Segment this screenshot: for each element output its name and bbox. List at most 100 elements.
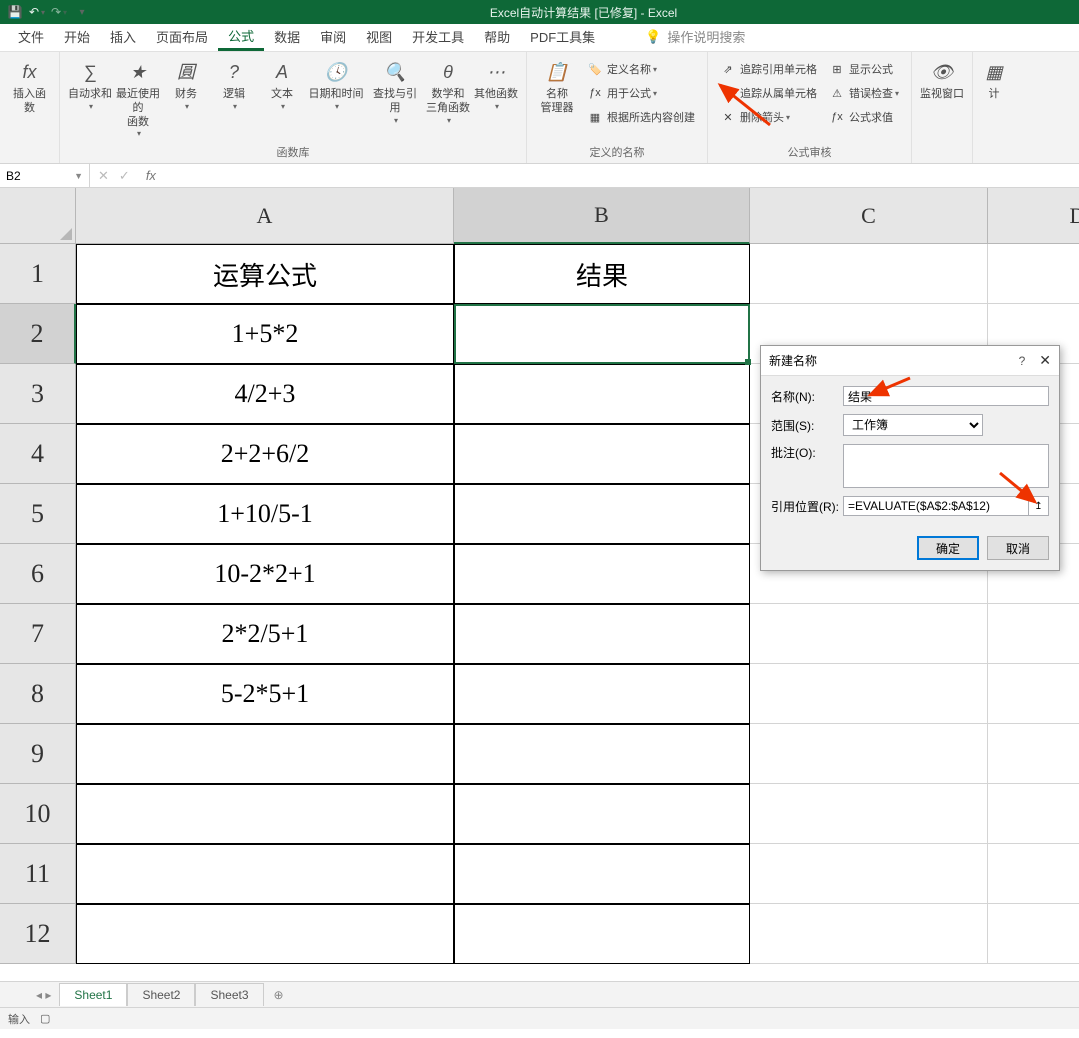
tab-view[interactable]: 视图 — [356, 21, 402, 51]
cell-A8[interactable]: 5-2*5+1 — [76, 664, 454, 724]
cell-C11[interactable] — [750, 844, 988, 904]
row-header-12[interactable]: 12 — [0, 904, 76, 964]
cell-D9[interactable] — [988, 724, 1079, 784]
cell-B10[interactable] — [454, 784, 750, 844]
cancel-button[interactable]: 取消 — [987, 536, 1049, 560]
column-header-A[interactable]: A — [76, 188, 454, 244]
watch-window-button[interactable]: 👁监视窗口 — [918, 56, 966, 102]
sheet-tab-2[interactable]: Sheet2 — [127, 983, 195, 1006]
cell-B2[interactable] — [454, 304, 750, 364]
row-header-11[interactable]: 11 — [0, 844, 76, 904]
scope-select[interactable]: 工作簿 — [843, 414, 983, 436]
row-header-4[interactable]: 4 — [0, 424, 76, 484]
tab-help[interactable]: 帮助 — [474, 21, 520, 51]
tab-pdf-tools[interactable]: PDF工具集 — [520, 21, 605, 51]
cell-C9[interactable] — [750, 724, 988, 784]
name-box[interactable]: B2 ▼ — [0, 164, 90, 187]
cell-C12[interactable] — [750, 904, 988, 964]
column-header-C[interactable]: C — [750, 188, 988, 244]
tab-developer[interactable]: 开发工具 — [402, 21, 474, 51]
cell-B7[interactable] — [454, 604, 750, 664]
row-header-6[interactable]: 6 — [0, 544, 76, 604]
worksheet-grid[interactable]: ABCD 123456789101112 运算公式结果1+5*24/2+32+2… — [0, 188, 1079, 981]
row-header-3[interactable]: 3 — [0, 364, 76, 424]
error-checking-button[interactable]: ⚠错误检查▾ — [827, 82, 901, 104]
cancel-icon[interactable]: ✕ — [98, 168, 109, 184]
evaluate-formula-button[interactable]: ƒx公式求值 — [827, 106, 901, 128]
row-header-2[interactable]: 2 — [0, 304, 76, 364]
cell-A10[interactable] — [76, 784, 454, 844]
tab-page-layout[interactable]: 页面布局 — [146, 21, 218, 51]
cell-C8[interactable] — [750, 664, 988, 724]
calc-options-button[interactable]: ▦计 — [979, 56, 1009, 102]
fx-icon[interactable]: fx — [146, 168, 156, 183]
cell-A2[interactable]: 1+5*2 — [76, 304, 454, 364]
name-input[interactable] — [843, 386, 1049, 406]
undo-button[interactable]: ↶▾ — [26, 2, 48, 22]
trace-dependents-button[interactable]: ⇘追踪从属单元格 — [718, 82, 819, 104]
sheet-tab-3[interactable]: Sheet3 — [195, 983, 263, 1006]
cell-A5[interactable]: 1+10/5-1 — [76, 484, 454, 544]
cell-D12[interactable] — [988, 904, 1079, 964]
row-header-7[interactable]: 7 — [0, 604, 76, 664]
cell-D11[interactable] — [988, 844, 1079, 904]
cell-D8[interactable] — [988, 664, 1079, 724]
row-header-5[interactable]: 5 — [0, 484, 76, 544]
cell-D7[interactable] — [988, 604, 1079, 664]
more-functions-button[interactable]: ⋯其他函数▾ — [472, 56, 520, 112]
cell-B5[interactable] — [454, 484, 750, 544]
tab-home[interactable]: 开始 — [54, 21, 100, 51]
math-button[interactable]: θ数学和 三角函数▾ — [424, 56, 472, 126]
cell-B3[interactable] — [454, 364, 750, 424]
financial-button[interactable]: 圓财务▾ — [162, 56, 210, 112]
cell-A6[interactable]: 10-2*2+1 — [76, 544, 454, 604]
text-button[interactable]: A文本▾ — [258, 56, 306, 112]
macro-record-icon[interactable]: ▢ — [40, 1012, 50, 1025]
row-header-1[interactable]: 1 — [0, 244, 76, 304]
select-all-corner[interactable] — [0, 188, 76, 244]
save-button[interactable]: 💾 — [4, 2, 26, 22]
range-picker-button[interactable]: ↥ — [1029, 496, 1049, 516]
autosum-button[interactable]: ∑自动求和▾ — [66, 56, 114, 112]
cell-A9[interactable] — [76, 724, 454, 784]
tell-me[interactable]: 💡 操作说明搜索 — [635, 21, 755, 51]
cell-A12[interactable] — [76, 904, 454, 964]
logical-button[interactable]: ?逻辑▾ — [210, 56, 258, 112]
datetime-button[interactable]: 🕓日期和时间▾ — [306, 56, 366, 112]
close-icon[interactable]: ✕ — [1039, 352, 1051, 369]
column-header-B[interactable]: B — [454, 188, 750, 244]
help-icon[interactable]: ? — [1019, 354, 1026, 368]
cell-A11[interactable] — [76, 844, 454, 904]
tab-formulas[interactable]: 公式 — [218, 20, 264, 51]
tab-file[interactable]: 文件 — [8, 21, 54, 51]
cell-B6[interactable] — [454, 544, 750, 604]
lookup-button[interactable]: 🔍查找与引用▾ — [366, 56, 424, 126]
tab-review[interactable]: 审阅 — [310, 21, 356, 51]
cell-B1[interactable]: 结果 — [454, 244, 750, 304]
row-header-10[interactable]: 10 — [0, 784, 76, 844]
trace-precedents-button[interactable]: ⇗追踪引用单元格 — [718, 58, 819, 80]
tab-data[interactable]: 数据 — [264, 21, 310, 51]
new-sheet-button[interactable]: ⊕ — [264, 984, 294, 1006]
redo-button[interactable]: ↷▾ — [48, 2, 70, 22]
row-header-9[interactable]: 9 — [0, 724, 76, 784]
cell-A4[interactable]: 2+2+6/2 — [76, 424, 454, 484]
formula-bar-input[interactable] — [164, 164, 1079, 187]
create-from-selection-button[interactable]: ▦根据所选内容创建 — [585, 106, 697, 128]
cell-B11[interactable] — [454, 844, 750, 904]
cell-B8[interactable] — [454, 664, 750, 724]
cell-C10[interactable] — [750, 784, 988, 844]
qat-customize[interactable]: ▾ — [70, 2, 92, 22]
comment-textarea[interactable] — [843, 444, 1049, 488]
row-header-8[interactable]: 8 — [0, 664, 76, 724]
sheet-tab-1[interactable]: Sheet1 — [59, 983, 127, 1006]
remove-arrows-button[interactable]: ✕删除箭头▾ — [718, 106, 819, 128]
cell-B12[interactable] — [454, 904, 750, 964]
cell-D10[interactable] — [988, 784, 1079, 844]
cell-A1[interactable]: 运算公式 — [76, 244, 454, 304]
show-formulas-button[interactable]: ⊞显示公式 — [827, 58, 901, 80]
cell-C7[interactable] — [750, 604, 988, 664]
cell-D1[interactable] — [988, 244, 1079, 304]
sheet-nav[interactable]: ◂ ▸ — [28, 988, 59, 1002]
name-manager-button[interactable]: 📋名称 管理器 — [533, 56, 581, 116]
